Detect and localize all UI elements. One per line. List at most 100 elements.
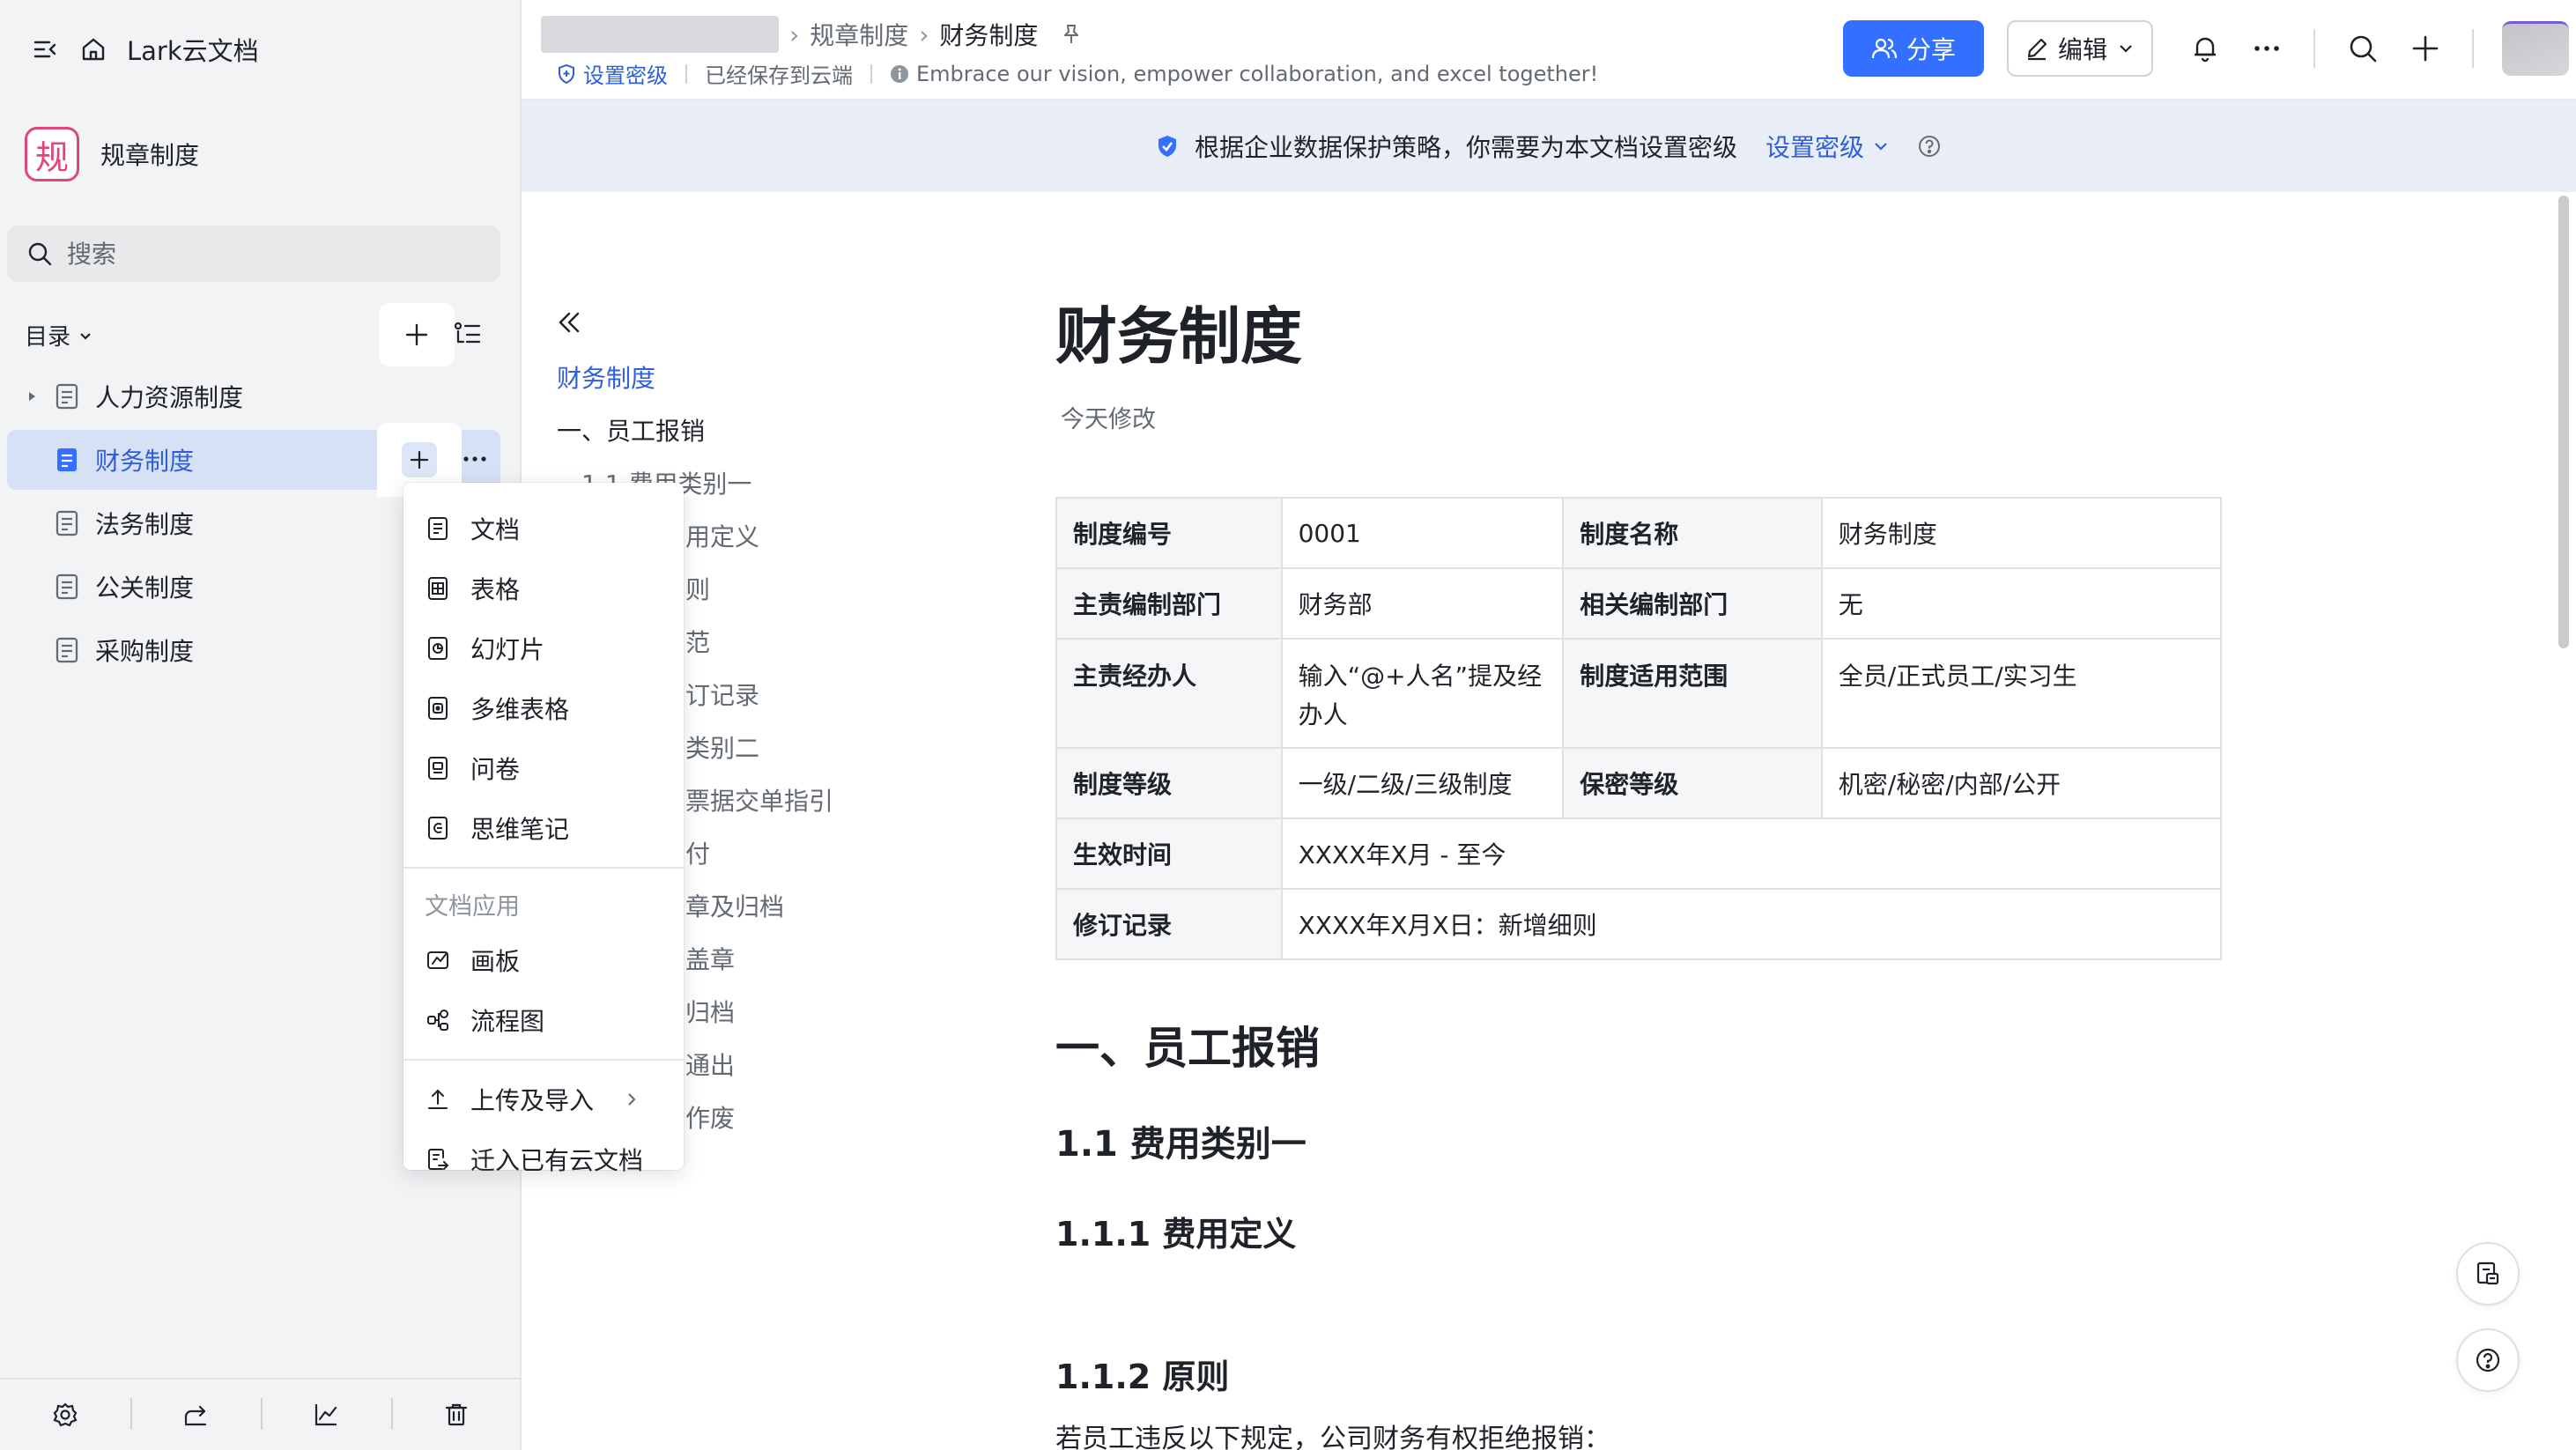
outline-item[interactable]: 用定义: [685, 518, 759, 553]
breadcrumb-current[interactable]: 财务制度: [939, 17, 1038, 52]
breadcrumb: › 规章制度 › 财务制度: [541, 16, 1082, 53]
toc-toggle[interactable]: 目录: [25, 319, 93, 351]
table-cell[interactable]: 财务制度: [1820, 497, 2223, 569]
outline-item[interactable]: 则: [685, 571, 710, 606]
settings-button[interactable]: [0, 1402, 130, 1428]
heading-1[interactable]: 一、员工报销: [1055, 1013, 1320, 1076]
outline-item[interactable]: 一、员工报销: [557, 412, 705, 448]
outline-item[interactable]: 通出: [685, 1047, 735, 1082]
outline-item[interactable]: 财务制度: [557, 359, 655, 395]
breadcrumb-item[interactable]: 规章制度: [810, 17, 908, 52]
search-input[interactable]: [67, 239, 472, 269]
notice-set-level-button[interactable]: 设置密级: [1765, 129, 1891, 164]
table-cell[interactable]: 财务部: [1280, 567, 1565, 640]
outline-item[interactable]: 票据交单指引: [685, 782, 833, 817]
avatar[interactable]: [2502, 21, 2569, 76]
collapse-outline-icon[interactable]: [553, 307, 585, 338]
tree-item-finance[interactable]: 财务制度: [7, 423, 500, 497]
bell-icon[interactable]: [2190, 33, 2220, 63]
outline-item[interactable]: 章及归档: [685, 888, 784, 923]
menu-item-upload[interactable]: 上传及导入: [403, 1069, 684, 1129]
set-security-level-label: 设置密级: [583, 63, 668, 88]
table-row: 制度等级 一级/二级/三级制度 保密等级 机密/秘密/内部/公开: [1055, 747, 2223, 819]
search-icon[interactable]: [2347, 33, 2379, 64]
share-button[interactable]: 分享: [1843, 20, 1984, 77]
caret-right-icon[interactable]: [25, 389, 39, 403]
outline-item[interactable]: 付: [685, 835, 710, 870]
plus-icon[interactable]: [2410, 33, 2440, 63]
heading-3[interactable]: 1.1.1 费用定义: [1055, 1207, 1296, 1255]
share-label: 分享: [1906, 35, 1956, 64]
comments-panel-button[interactable]: [2456, 1242, 2520, 1306]
help-circle-icon[interactable]: [1917, 134, 1942, 159]
table-cell[interactable]: 制度适用范围: [1562, 638, 1823, 749]
table-cell[interactable]: XXXX年X月 - 至今: [1280, 817, 2223, 890]
heading-3[interactable]: 1.1.2 原则: [1055, 1350, 1229, 1398]
menu-item-migrate[interactable]: 迁入已有云文档: [403, 1129, 684, 1189]
table-cell[interactable]: 生效时间: [1055, 817, 1283, 890]
doc-icon: [55, 447, 79, 473]
table-cell[interactable]: 制度等级: [1055, 747, 1283, 819]
pin-icon[interactable]: [1061, 23, 1082, 46]
flowchart-icon: [425, 1008, 451, 1032]
doc-icon: [55, 573, 79, 600]
outline-item[interactable]: 归档: [685, 994, 735, 1029]
app-name[interactable]: Lark云文档: [127, 31, 259, 68]
tree-item-hr[interactable]: 人力资源制度: [7, 366, 500, 426]
table-cell[interactable]: 一级/二级/三级制度: [1280, 747, 1565, 819]
outline-item[interactable]: 作废: [685, 1099, 735, 1135]
paragraph[interactable]: 若员工违反以下规定，公司财务有权拒绝报销：: [1055, 1417, 1610, 1450]
table-cell[interactable]: XXXX年X月X日：新增细则: [1280, 888, 2223, 960]
heading-2[interactable]: 1.1 费用类别一: [1055, 1115, 1307, 1166]
table-cell[interactable]: 全员/正式员工/实习生: [1820, 638, 2223, 749]
menu-item-whiteboard[interactable]: 画板: [403, 930, 684, 990]
table-cell[interactable]: 相关编制部门: [1562, 567, 1823, 640]
share-out-button[interactable]: [130, 1398, 261, 1430]
analytics-button[interactable]: [261, 1398, 391, 1430]
toc-label: 目录: [25, 324, 71, 351]
add-page-button[interactable]: [379, 303, 455, 366]
menu-item-mindnote[interactable]: 思维笔记: [403, 798, 684, 858]
collapse-sidebar-icon[interactable]: [32, 35, 60, 63]
scrollbar[interactable]: [2558, 196, 2569, 648]
trash-button[interactable]: [391, 1398, 522, 1430]
table-cell[interactable]: 输入“@+人名”提及经办人: [1280, 638, 1565, 749]
sidebar-search[interactable]: [7, 226, 500, 282]
set-security-level-link[interactable]: 设置密级: [557, 58, 668, 89]
menu-item-sheet[interactable]: 表格: [403, 559, 684, 618]
menu-item-doc[interactable]: 文档: [403, 499, 684, 559]
table-cell[interactable]: 保密等级: [1562, 747, 1823, 819]
edit-mode-dropdown[interactable]: 编辑: [2007, 20, 2153, 77]
outline-item[interactable]: 订记录: [685, 677, 759, 712]
table-cell[interactable]: 无: [1820, 567, 2223, 640]
more-icon[interactable]: [2252, 33, 2282, 63]
menu-item-survey[interactable]: 问卷: [403, 738, 684, 798]
more-icon[interactable]: [462, 446, 488, 472]
breadcrumb-separator: ›: [789, 19, 800, 49]
space-header[interactable]: 规 规章制度: [25, 127, 199, 181]
outline-item[interactable]: 范: [685, 624, 710, 659]
table-cell[interactable]: 制度编号: [1055, 497, 1283, 569]
outline-item[interactable]: 盖章: [685, 941, 735, 976]
tree-item-label: 人力资源制度: [95, 383, 244, 412]
menu-item-slides[interactable]: 幻灯片: [403, 618, 684, 678]
table-cell[interactable]: 0001: [1280, 497, 1565, 569]
home-icon[interactable]: [79, 35, 107, 63]
doc-title[interactable]: 财务制度: [1055, 287, 1302, 376]
menu-item-base[interactable]: 多维表格: [403, 678, 684, 738]
table-cell[interactable]: 制度名称: [1562, 497, 1823, 569]
sheet-icon: [425, 576, 451, 601]
doc-slogan: Embrace our vision, empower collaboratio…: [890, 62, 1598, 86]
create-menu: 文档 表格 幻灯片 多维表格 问卷 思维笔记 文档应用 画板 流程图 上传及导入…: [403, 483, 684, 1175]
table-row: 主责编制部门 财务部 相关编制部门 无: [1055, 567, 2223, 640]
help-button[interactable]: [2456, 1328, 2520, 1392]
table-cell[interactable]: 主责编制部门: [1055, 567, 1283, 640]
list-view-icon[interactable]: [453, 319, 483, 349]
plus-icon: [409, 449, 430, 470]
outline-item[interactable]: 类别二: [685, 729, 759, 765]
table-cell[interactable]: 修订记录: [1055, 888, 1283, 960]
menu-item-flowchart[interactable]: 流程图: [403, 990, 684, 1050]
breadcrumb-hidden-segment[interactable]: [541, 16, 779, 53]
table-cell[interactable]: 主责经办人: [1055, 638, 1283, 749]
table-cell[interactable]: 机密/秘密/内部/公开: [1820, 747, 2223, 819]
